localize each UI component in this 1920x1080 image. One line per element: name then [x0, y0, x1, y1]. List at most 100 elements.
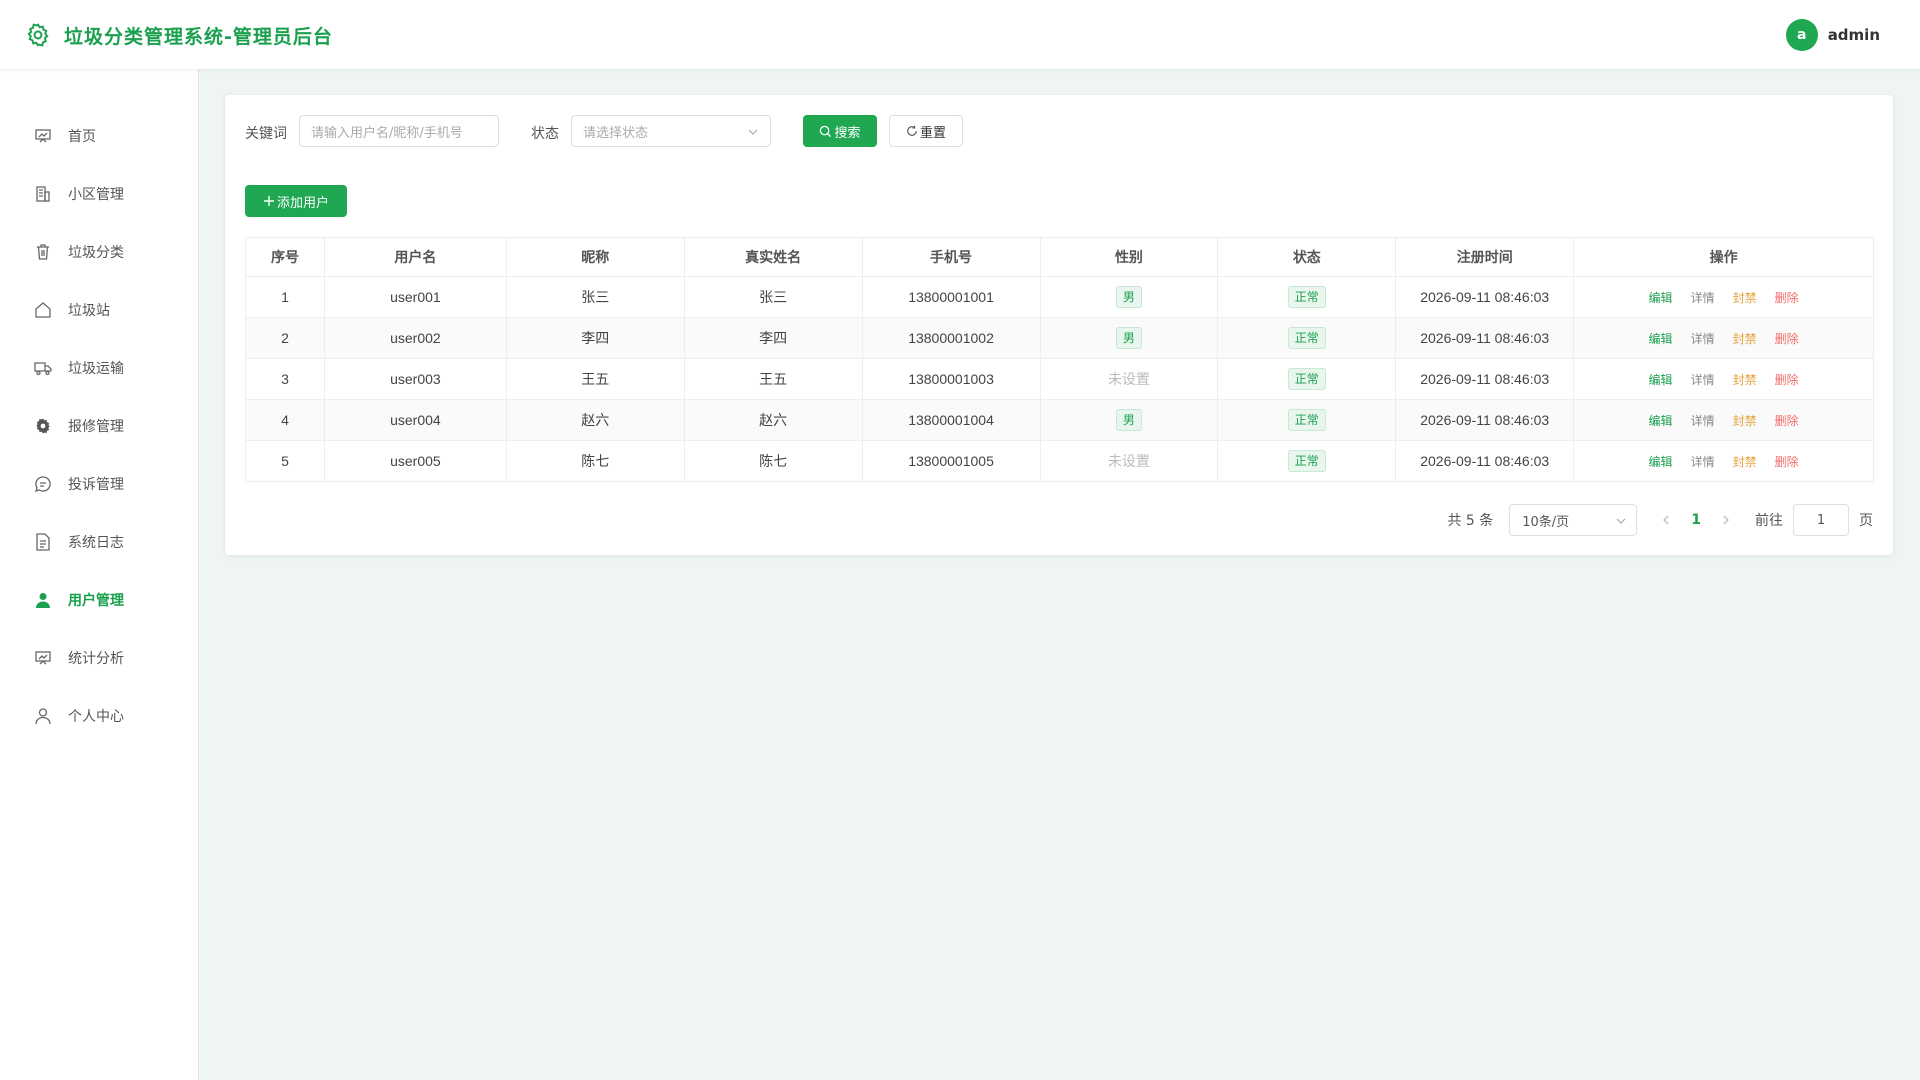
detail-link[interactable]: 详情 — [1691, 332, 1715, 346]
cell-actions: 编辑 详情 封禁 删除 — [1573, 317, 1874, 359]
detail-link[interactable]: 详情 — [1691, 414, 1715, 428]
house-icon — [35, 302, 51, 318]
search-icon — [820, 125, 832, 137]
sidebar-item-complaint[interactable]: 投诉管理 — [0, 464, 199, 504]
status-badge: 正常 — [1287, 368, 1326, 390]
sidebar-item-users[interactable]: 用户管理 — [0, 580, 199, 620]
next-page-icon[interactable] — [1721, 514, 1731, 526]
detail-link[interactable]: 详情 — [1691, 373, 1715, 387]
username-label[interactable]: admin — [1828, 26, 1880, 44]
add-user-button-label: 添加用户 — [276, 195, 329, 211]
sidebar-item-community[interactable]: 小区管理 — [0, 174, 199, 214]
total-count: 共 5 条 — [1447, 513, 1494, 529]
edit-link[interactable]: 编辑 — [1649, 373, 1673, 387]
status-badge: 正常 — [1287, 327, 1326, 349]
status-placeholder: 请选择状态 — [583, 125, 649, 141]
cell-gender: 男 — [1039, 399, 1219, 441]
sidebar-item-statistics[interactable]: 统计分析 — [0, 638, 199, 678]
cell-index: 1 — [245, 276, 325, 318]
goto-page-input[interactable]: 1 — [1793, 504, 1849, 536]
detail-link[interactable]: 详情 — [1691, 455, 1715, 469]
cell-status: 正常 — [1217, 399, 1397, 441]
sidebar-item-home[interactable]: 首页 — [0, 116, 199, 156]
cell-nickname: 王五 — [505, 358, 685, 400]
cell-status: 正常 — [1217, 358, 1397, 400]
edit-link[interactable]: 编辑 — [1649, 332, 1673, 346]
status-select[interactable]: 请选择状态 — [571, 115, 771, 147]
delete-link[interactable]: 删除 — [1775, 414, 1799, 428]
column-header: 操作 — [1573, 237, 1874, 277]
ban-link[interactable]: 封禁 — [1733, 414, 1757, 428]
cell-realname: 王五 — [683, 358, 863, 400]
page-size-select[interactable]: 10条/页 — [1509, 504, 1638, 536]
reset-button-label: 重置 — [919, 125, 946, 141]
cell-index: 4 — [245, 399, 325, 441]
sidebar-item-classification[interactable]: 垃圾分类 — [0, 232, 199, 272]
cell-phone: 13800001003 — [861, 358, 1041, 400]
sidebar-item-label: 投诉管理 — [68, 477, 124, 493]
delete-link[interactable]: 删除 — [1775, 373, 1799, 387]
edit-link[interactable]: 编辑 — [1649, 455, 1673, 469]
sidebar-item-label: 小区管理 — [68, 187, 124, 203]
status-badge: 正常 — [1287, 450, 1326, 472]
sidebar-item-profile[interactable]: 个人中心 — [0, 696, 199, 736]
sidebar-item-label: 垃圾运输 — [68, 361, 124, 377]
delete-link[interactable]: 删除 — [1775, 332, 1799, 346]
user-menu[interactable]: a admin — [1785, 19, 1880, 51]
goto-page-value: 1 — [1816, 512, 1826, 528]
sidebar-item-repair[interactable]: 报修管理 — [0, 406, 199, 446]
column-header: 昵称 — [505, 237, 685, 277]
chevron-down-icon — [1616, 518, 1626, 524]
cell-registered: 2026-09-11 08:46:03 — [1395, 440, 1575, 482]
search-button-label: 搜索 — [834, 125, 861, 141]
sidebar-item-label: 系统日志 — [68, 535, 124, 551]
edit-link[interactable]: 编辑 — [1649, 414, 1673, 428]
detail-link[interactable]: 详情 — [1691, 291, 1715, 305]
avatar[interactable]: a — [1785, 19, 1818, 51]
refresh-icon — [907, 125, 917, 136]
ban-link[interactable]: 封禁 — [1733, 373, 1757, 387]
ban-link[interactable]: 封禁 — [1733, 455, 1757, 469]
edit-link[interactable]: 编辑 — [1649, 291, 1673, 305]
dashboard-icon — [35, 129, 51, 143]
status-label: 状态 — [531, 126, 559, 142]
keyword-input[interactable]: 请输入用户名/昵称/手机号 — [299, 115, 499, 147]
cell-phone: 13800001001 — [861, 276, 1041, 318]
sidebar-item-station[interactable]: 垃圾站 — [0, 290, 199, 330]
column-header: 注册时间 — [1395, 237, 1575, 277]
sidebar-item-transport[interactable]: 垃圾运输 — [0, 348, 199, 388]
add-user-button[interactable]: 添加用户 — [245, 185, 347, 217]
gender-tag: 男 — [1115, 409, 1142, 431]
building-icon — [36, 186, 50, 202]
goto-label: 前往 — [1755, 513, 1783, 529]
ban-link[interactable]: 封禁 — [1733, 332, 1757, 346]
cell-status: 正常 — [1217, 317, 1397, 359]
cell-phone: 13800001005 — [861, 440, 1041, 482]
column-header: 手机号 — [861, 237, 1041, 277]
search-button[interactable]: 搜索 — [803, 115, 877, 147]
sidebar-item-logs[interactable]: 系统日志 — [0, 522, 199, 562]
cell-index: 5 — [245, 440, 325, 482]
column-header: 状态 — [1217, 237, 1397, 277]
cell-registered: 2026-09-11 08:46:03 — [1395, 317, 1575, 359]
ban-link[interactable]: 封禁 — [1733, 291, 1757, 305]
page-number-current[interactable]: 1 — [1691, 512, 1701, 528]
cell-gender: 未设置 — [1039, 440, 1219, 482]
sidebar: 首页 小区管理 垃圾分类 垃圾站 垃圾运输 报修管理 投诉管理 系统日志 用户管… — [0, 69, 199, 1080]
delete-link[interactable]: 删除 — [1775, 455, 1799, 469]
delete-link[interactable]: 删除 — [1775, 291, 1799, 305]
gender-unset-text: 未设置 — [1107, 371, 1150, 387]
cell-nickname: 张三 — [505, 276, 685, 318]
cell-gender: 未设置 — [1039, 358, 1219, 400]
sidebar-item-label: 报修管理 — [68, 419, 124, 435]
sidebar-item-label: 统计分析 — [68, 651, 124, 667]
prev-page-icon[interactable] — [1661, 514, 1671, 526]
column-header: 真实姓名 — [683, 237, 863, 277]
user-management-card: 关键词 请输入用户名/昵称/手机号 状态 请选择状态 搜索 重置 添加用户 序号… — [225, 95, 1893, 555]
cell-username: user001 — [323, 276, 507, 318]
column-header: 序号 — [245, 237, 325, 277]
reset-button[interactable]: 重置 — [889, 115, 963, 147]
gender-unset-text: 未设置 — [1107, 453, 1150, 469]
cell-realname: 张三 — [683, 276, 863, 318]
gender-tag: 男 — [1115, 286, 1142, 308]
